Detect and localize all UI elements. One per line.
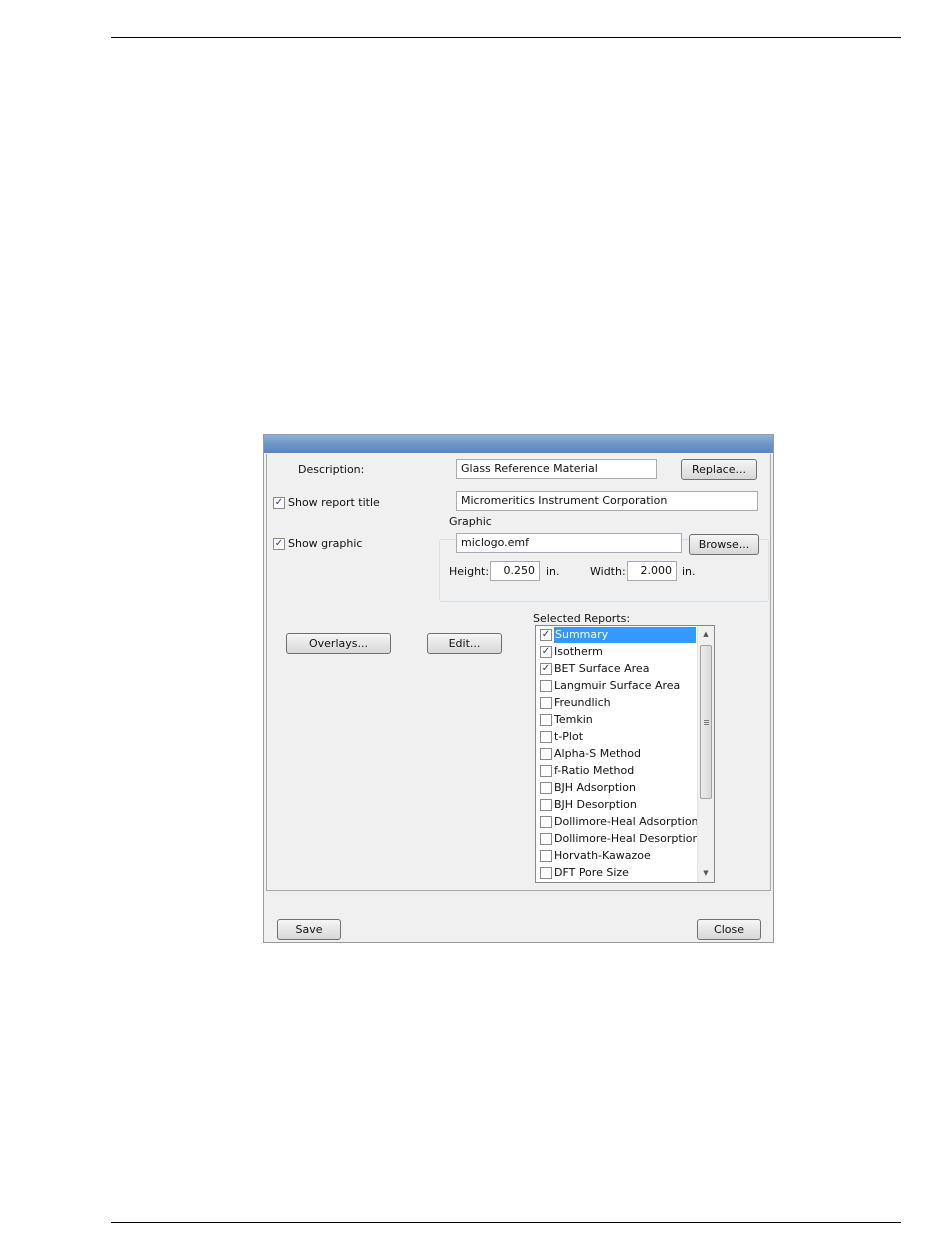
report-list-item[interactable]: Alpha-S Method (537, 746, 696, 763)
width-label: Width: (590, 565, 626, 578)
report-item-label: BJH Desorption (554, 798, 637, 811)
report-item-label: Freundlich (554, 696, 611, 709)
report-item-label: Isotherm (554, 645, 603, 658)
report-item-label: Langmuir Surface Area (554, 679, 681, 692)
report-checkbox[interactable] (540, 799, 552, 811)
selected-reports-list[interactable]: ✓ Summary ✓ Isotherm ✓ BET Surface Area Langmu… (535, 625, 715, 883)
close-button[interactable]: Close (697, 919, 761, 940)
page-header-rule (111, 37, 901, 38)
dialog-titlebar[interactable] (264, 435, 773, 453)
report-list-item[interactable]: f-Ratio Method (537, 763, 696, 780)
report-list-item[interactable]: ✓ Summary (537, 627, 696, 644)
grip-line (704, 724, 709, 725)
report-list-item[interactable]: t-Plot (537, 729, 696, 746)
graphic-file-input[interactable]: miclogo.emf (456, 533, 682, 553)
report-item-label: BJH Adsorption (554, 781, 636, 794)
report-checkbox[interactable]: ✓ (540, 629, 552, 641)
height-label: Height: (449, 565, 490, 578)
report-checkbox[interactable] (540, 833, 552, 845)
report-checkbox[interactable] (540, 697, 552, 709)
show-graphic-checkbox[interactable]: ✓ (273, 538, 285, 550)
scroll-up-arrow-icon[interactable]: ▲ (698, 626, 714, 643)
report-item-label: DFT Pore Size (554, 866, 629, 879)
report-list-item[interactable]: Horvath-Kawazoe (537, 848, 696, 865)
reports-scrollbar[interactable]: ▲ ▼ (697, 626, 714, 882)
report-checkbox[interactable] (540, 765, 552, 777)
report-list-item[interactable]: Dollimore-Heal Desorption (537, 831, 700, 848)
show-report-title-label: Show report title (288, 496, 380, 509)
scroll-thumb[interactable] (700, 645, 712, 799)
report-list-item[interactable]: DFT Pore Size (537, 865, 696, 882)
height-input[interactable]: 0.250 (490, 561, 540, 581)
selected-reports-label: Selected Reports: (533, 612, 631, 625)
report-checkbox[interactable] (540, 782, 552, 794)
description-input[interactable]: Glass Reference Material (456, 459, 657, 479)
report-item-label: Dollimore-Heal Adsorption (554, 815, 699, 828)
edit-button[interactable]: Edit... (427, 633, 502, 654)
grip-line (704, 720, 709, 721)
report-item-label: Dollimore-Heal Desorption (554, 832, 700, 845)
report-item-label: Horvath-Kawazoe (554, 849, 651, 862)
dialog-footer: Save Close (264, 905, 773, 942)
report-item-label: BET Surface Area (554, 662, 650, 675)
report-list-item[interactable]: Langmuir Surface Area (537, 678, 696, 695)
show-report-title-checkbox[interactable]: ✓ (273, 497, 285, 509)
report-list-item[interactable]: BJH Adsorption (537, 780, 696, 797)
report-list-item[interactable]: Dollimore-Heal Adsorption (537, 814, 699, 831)
width-input[interactable]: 2.000 (627, 561, 677, 581)
show-graphic-label: Show graphic (288, 537, 363, 550)
width-unit: in. (682, 565, 696, 578)
graphic-group-title: Graphic (447, 515, 494, 528)
overlays-button[interactable]: Overlays... (286, 633, 391, 654)
report-checkbox[interactable] (540, 816, 552, 828)
report-checkbox[interactable]: ✓ (540, 663, 552, 675)
replace-button[interactable]: Replace... (681, 459, 757, 480)
report-list-item[interactable]: Temkin (537, 712, 696, 729)
description-label: Description: (298, 463, 365, 476)
report-options-dialog: Description: Glass Reference Material Re… (263, 434, 774, 943)
report-item-label: f-Ratio Method (554, 764, 635, 777)
report-item-label: t-Plot (554, 730, 584, 743)
grip-line (704, 722, 709, 723)
report-list-item[interactable]: ✓ Isotherm (537, 644, 696, 661)
save-button[interactable]: Save (277, 919, 341, 940)
report-checkbox[interactable] (540, 680, 552, 692)
dialog-body: Description: Glass Reference Material Re… (266, 454, 771, 891)
report-checkbox[interactable] (540, 867, 552, 879)
report-checkbox[interactable] (540, 850, 552, 862)
page-footer-rule (111, 1222, 901, 1223)
report-checkbox[interactable] (540, 714, 552, 726)
report-list-item[interactable]: Freundlich (537, 695, 696, 712)
report-item-label: Temkin (554, 713, 593, 726)
report-checkbox[interactable] (540, 731, 552, 743)
scroll-down-arrow-icon[interactable]: ▼ (698, 865, 714, 882)
report-checkbox[interactable]: ✓ (540, 646, 552, 658)
report-list-item[interactable]: BJH Desorption (537, 797, 696, 814)
report-item-label: Alpha-S Method (554, 747, 641, 760)
browse-button[interactable]: Browse... (689, 534, 759, 555)
report-list-item[interactable]: ✓ BET Surface Area (537, 661, 696, 678)
report-checkbox[interactable] (540, 748, 552, 760)
height-unit: in. (546, 565, 560, 578)
report-item-label: Summary (554, 627, 696, 643)
report-title-input[interactable]: Micromeritics Instrument Corporation (456, 491, 758, 511)
